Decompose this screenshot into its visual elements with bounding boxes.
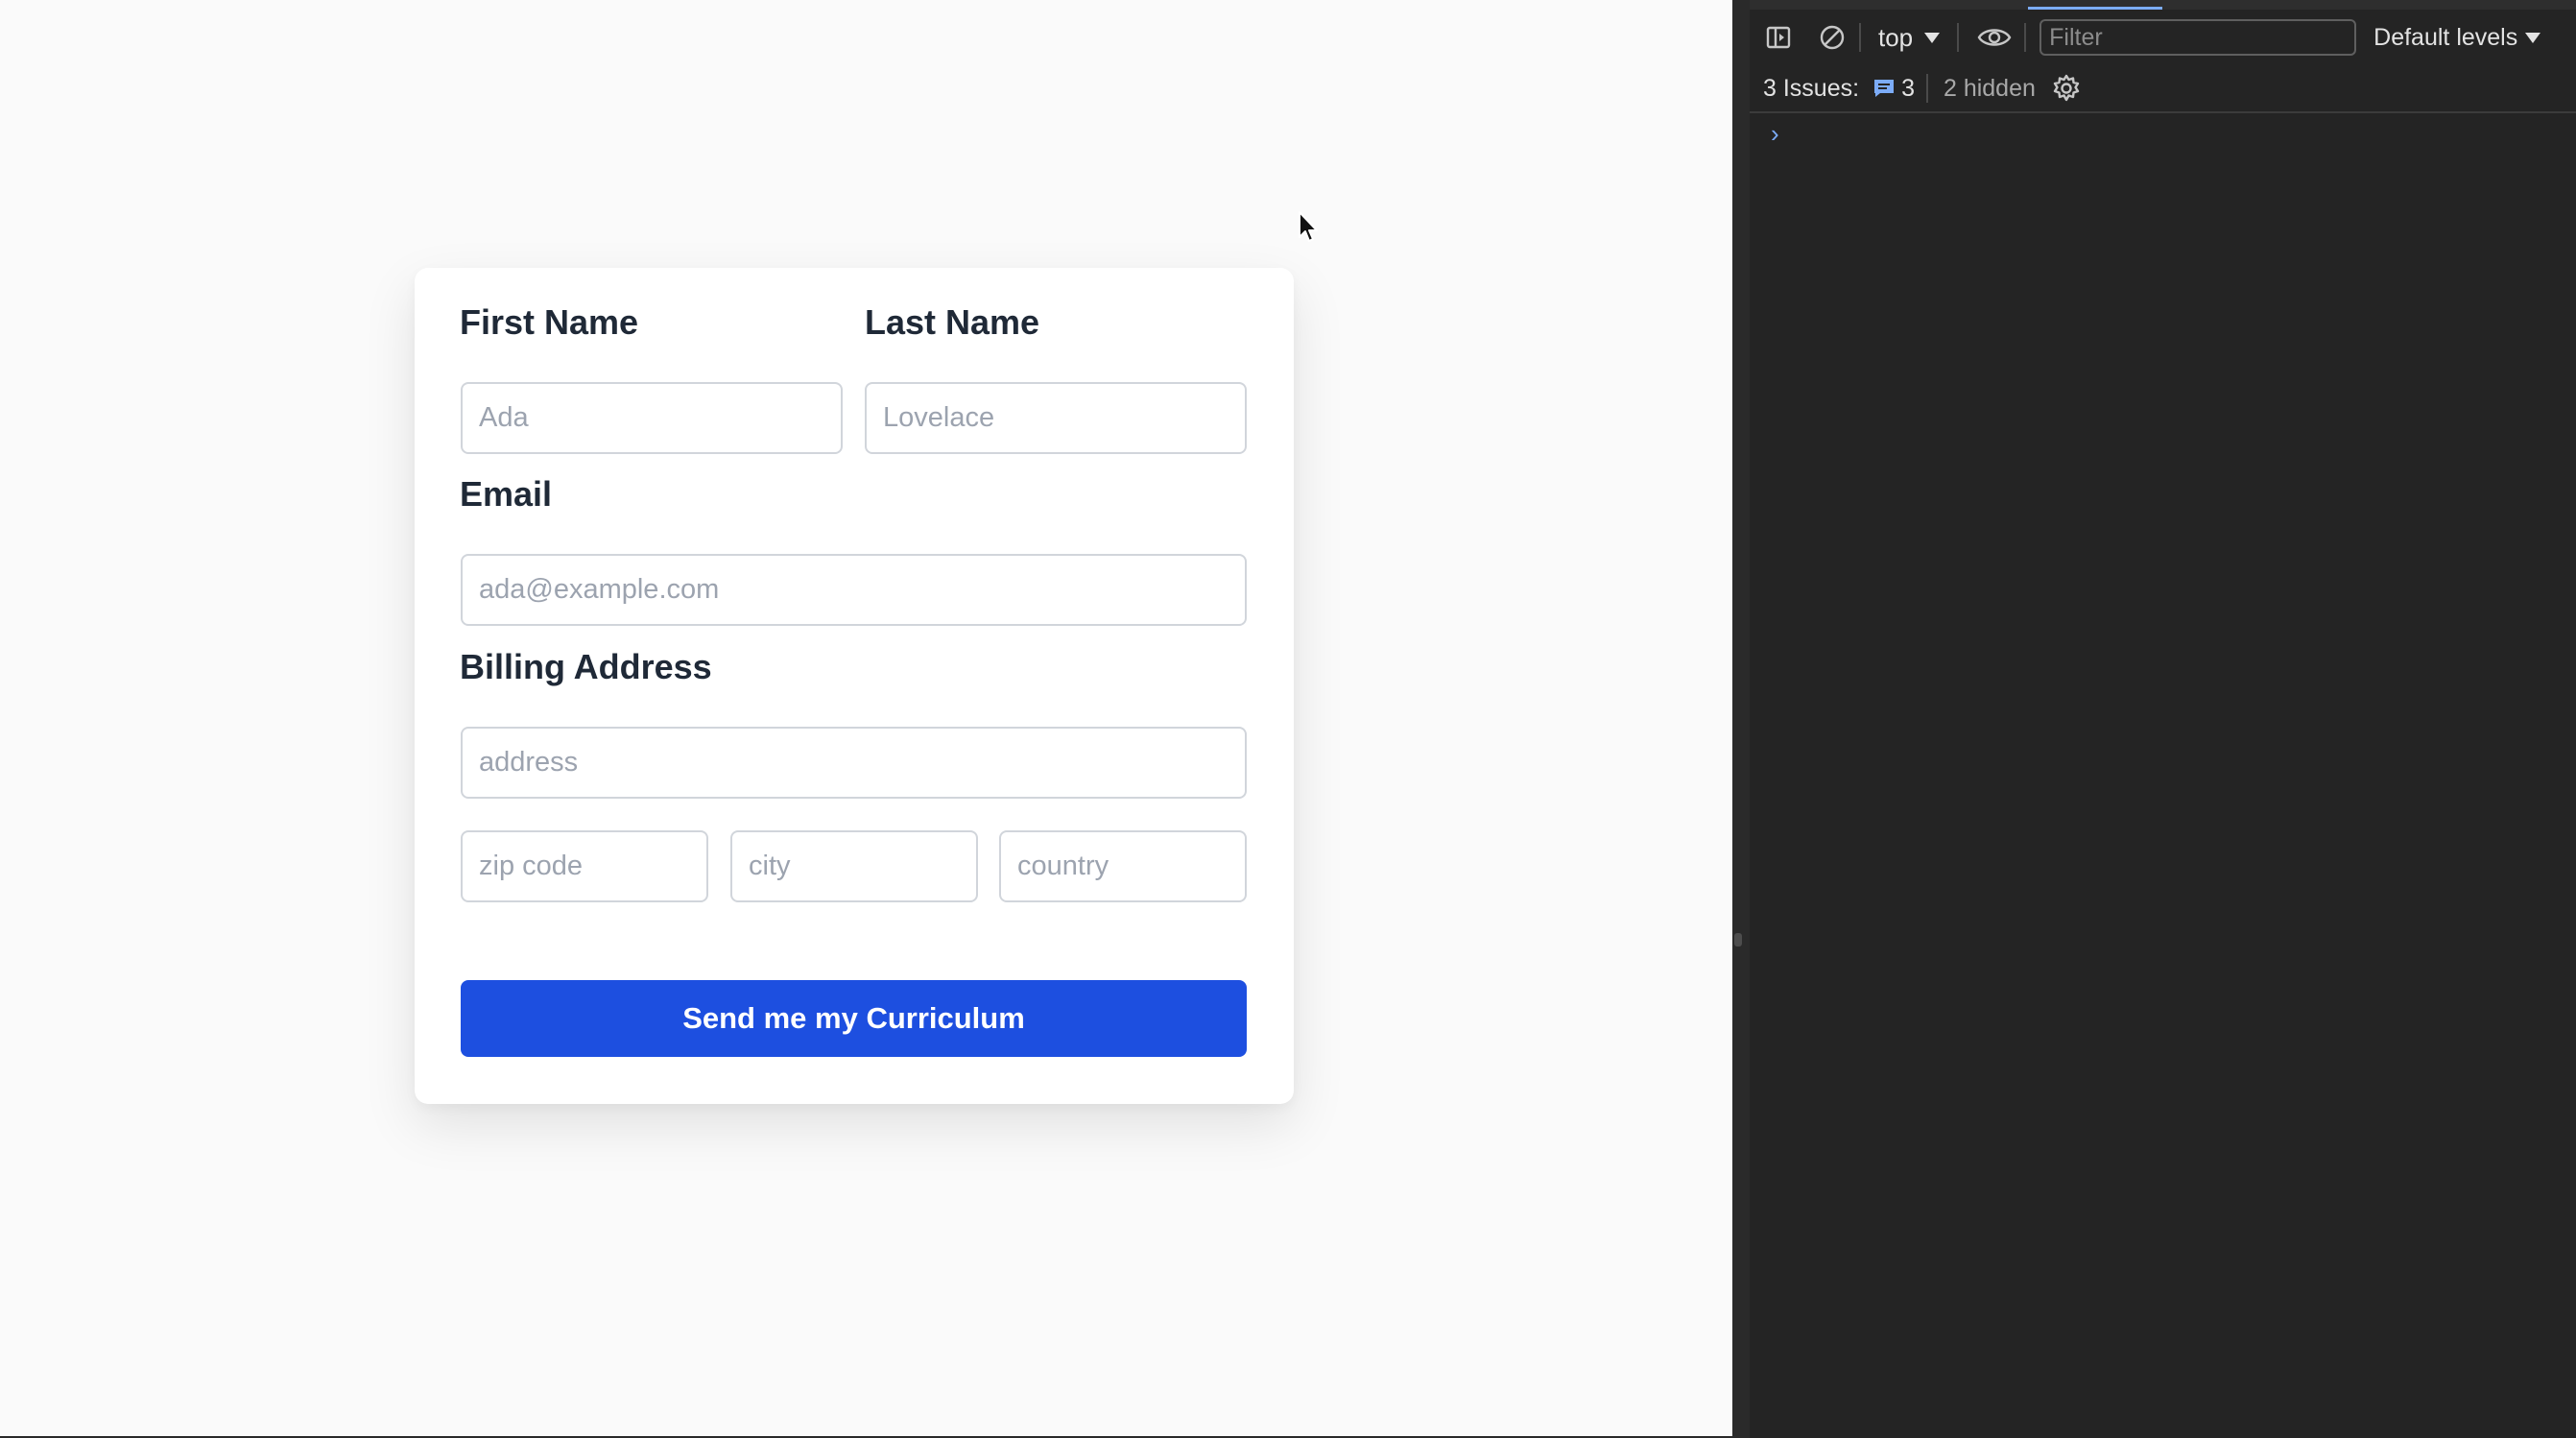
console-prompt-chevron-icon[interactable]: › <box>1771 119 1779 149</box>
last-name-label: Last Name <box>865 302 1040 342</box>
mouse-cursor-icon <box>1299 211 1318 242</box>
log-levels-dropdown[interactable]: Default levels <box>2373 23 2541 52</box>
hidden-issues-label: 2 hidden <box>1943 74 2036 102</box>
log-levels-label: Default levels <box>2373 23 2518 51</box>
panel-resize-handle[interactable] <box>1734 933 1742 947</box>
zip-code-input[interactable] <box>461 830 708 902</box>
toolbar-separator <box>1859 23 1861 52</box>
email-input[interactable] <box>461 554 1247 626</box>
toolbar-separator <box>1957 23 1960 52</box>
toolbar-separator <box>2024 23 2027 52</box>
issues-label: 3 Issues: <box>1763 74 1860 102</box>
issues-count: 3 <box>1901 74 1915 102</box>
chevron-down-icon <box>1924 32 1941 43</box>
show-sidebar-icon[interactable] <box>1759 18 1798 57</box>
toolbar-separator <box>1925 74 1928 103</box>
last-name-input[interactable] <box>865 382 1247 454</box>
console-toolbar: top Default levels <box>1750 10 2576 65</box>
devtools-console-panel: top Default levels 3 Issues: 3 <box>1732 0 2576 1438</box>
address-input[interactable] <box>461 727 1247 799</box>
issues-count-button[interactable]: 3 <box>1872 75 1915 103</box>
web-page: First Name Last Name Email Billing Addre… <box>0 0 1732 1436</box>
email-label: Email <box>460 474 553 514</box>
issues-bar: 3 Issues: 3 2 hidden <box>1750 65 2576 113</box>
first-name-label: First Name <box>460 302 639 342</box>
context-selector[interactable]: top <box>1869 23 1949 53</box>
chevron-down-icon <box>2525 32 2541 43</box>
send-curriculum-button[interactable]: Send me my Curriculum <box>461 980 1247 1057</box>
clear-console-icon[interactable] <box>1813 18 1851 57</box>
signup-form-card: First Name Last Name Email Billing Addre… <box>415 268 1294 1104</box>
billing-address-label: Billing Address <box>460 647 712 686</box>
country-input[interactable] <box>999 830 1247 902</box>
live-expression-eye-icon[interactable] <box>1972 18 2016 57</box>
message-icon <box>1874 80 1895 97</box>
context-label: top <box>1878 22 1914 52</box>
devtools-tab-strip <box>1750 0 2576 10</box>
console-settings-gear-icon[interactable] <box>2047 69 2086 108</box>
console-filter-input[interactable] <box>2039 19 2357 56</box>
city-input[interactable] <box>730 830 978 902</box>
first-name-input[interactable] <box>461 382 843 454</box>
